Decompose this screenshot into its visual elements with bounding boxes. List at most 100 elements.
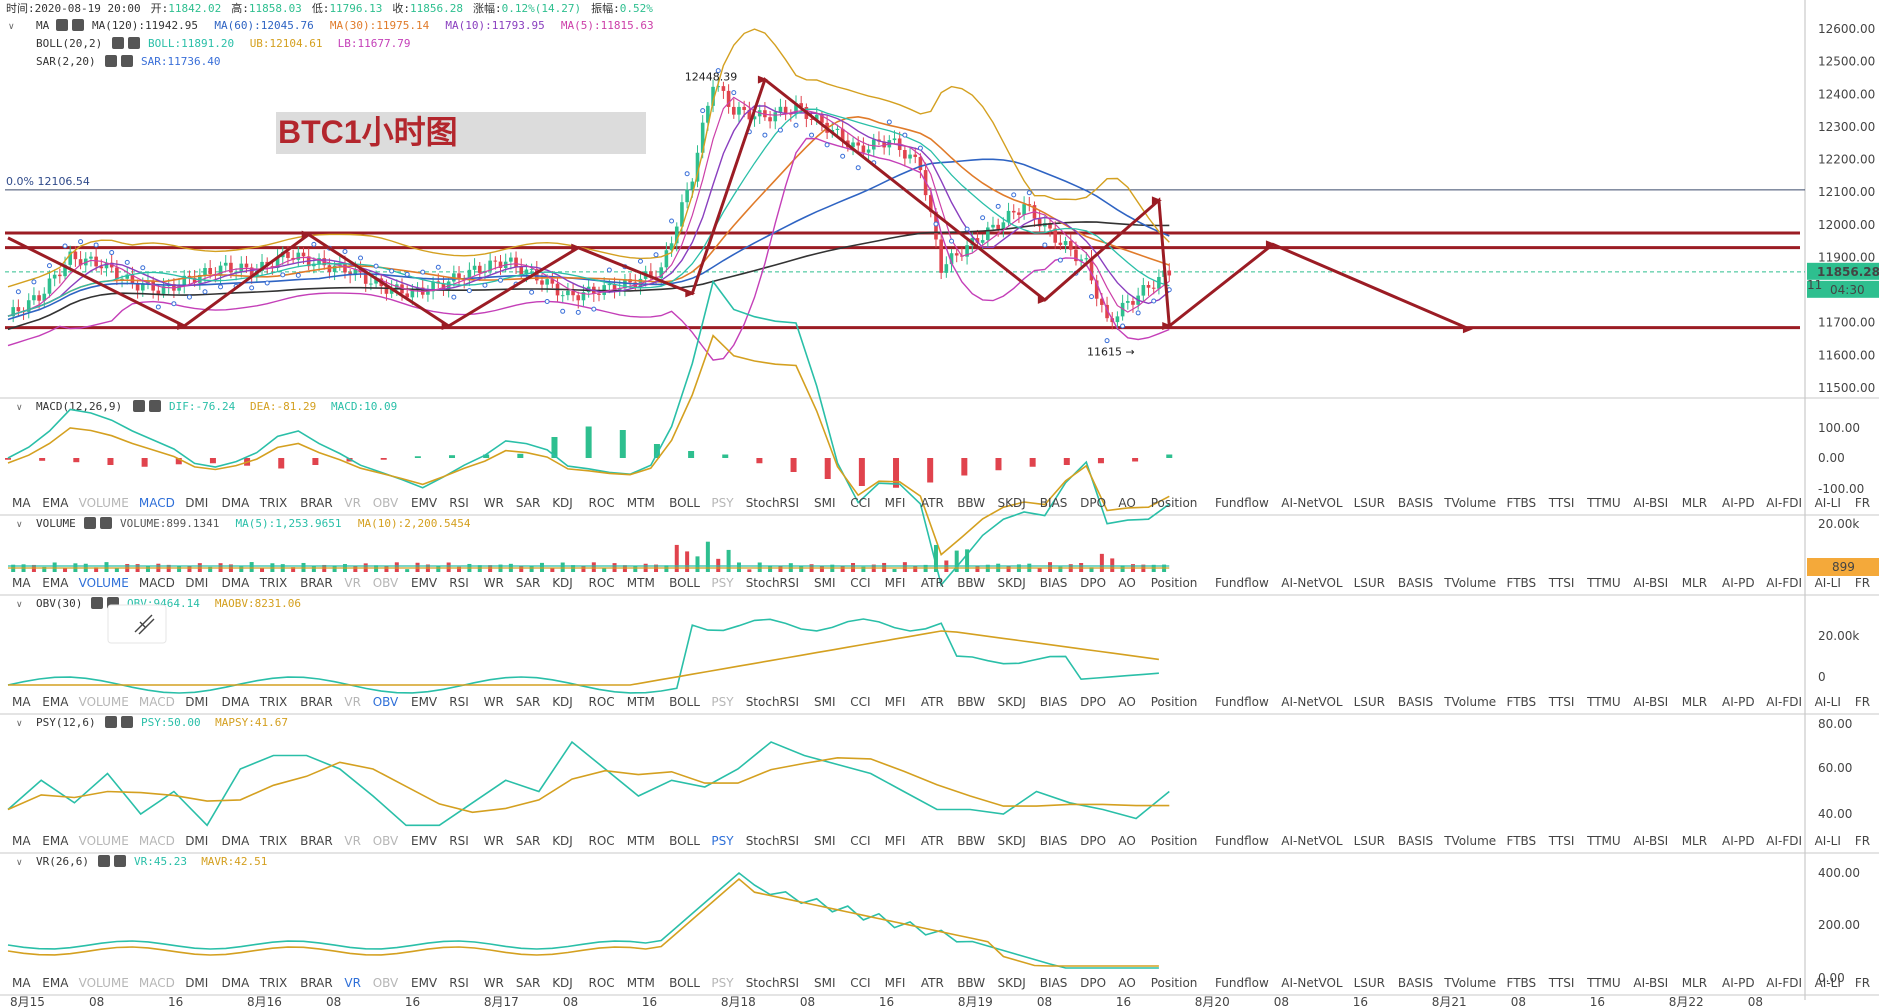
tab-mtm[interactable]: MTM	[627, 496, 655, 510]
tab-trix[interactable]: TRIX	[259, 576, 287, 590]
tab-stochrsi[interactable]: StochRSI	[746, 834, 799, 848]
tab-position[interactable]: Position	[1151, 695, 1198, 709]
tab-ai-fdi[interactable]: AI-FDI	[1766, 695, 1802, 709]
tab-dmi[interactable]: DMI	[185, 695, 208, 709]
tab-position[interactable]: Position	[1151, 976, 1198, 990]
tab-basis[interactable]: BASIS	[1398, 976, 1433, 990]
tab-dpo[interactable]: DPO	[1080, 976, 1106, 990]
tab-obv[interactable]: OBV	[373, 695, 399, 709]
tab-ma[interactable]: MA	[12, 976, 31, 990]
tab-smi[interactable]: SMI	[814, 834, 836, 848]
tab-mlr[interactable]: MLR	[1682, 576, 1707, 590]
tab-emv[interactable]: EMV	[411, 695, 438, 709]
tab-position[interactable]: Position	[1151, 496, 1198, 510]
tab-obv[interactable]: OBV	[373, 834, 399, 848]
tab-ai-li[interactable]: AI-LI	[1815, 695, 1841, 709]
tab-brar[interactable]: BRAR	[300, 576, 333, 590]
tab-ai-li[interactable]: AI-LI	[1815, 496, 1841, 510]
tab-volume[interactable]: VOLUME	[79, 976, 129, 990]
tab-brar[interactable]: BRAR	[300, 834, 333, 848]
settings-icon[interactable]	[105, 55, 117, 67]
tab-psy[interactable]: PSY	[711, 834, 734, 848]
tab-dmi[interactable]: DMI	[185, 834, 208, 848]
tab-ftbs[interactable]: FTBS	[1507, 976, 1537, 990]
tab-wr[interactable]: WR	[484, 496, 504, 510]
tab-bias[interactable]: BIAS	[1040, 695, 1068, 709]
tab-smi[interactable]: SMI	[814, 976, 836, 990]
tab-stochrsi[interactable]: StochRSI	[746, 976, 799, 990]
tab-bbw[interactable]: BBW	[957, 976, 985, 990]
tab-atr[interactable]: ATR	[921, 834, 944, 848]
tab-mtm[interactable]: MTM	[627, 576, 655, 590]
tab-ai-bsi[interactable]: AI-BSI	[1633, 695, 1668, 709]
tab-rsi[interactable]: RSI	[449, 695, 469, 709]
tab-atr[interactable]: ATR	[921, 496, 944, 510]
tab-ma[interactable]: MA	[12, 695, 31, 709]
tab-fr[interactable]: FR	[1855, 576, 1870, 590]
tab-mtm[interactable]: MTM	[627, 834, 655, 848]
tab-ai-fdi[interactable]: AI-FDI	[1766, 976, 1802, 990]
tab-mlr[interactable]: MLR	[1682, 695, 1707, 709]
tab-ai-pd[interactable]: AI-PD	[1722, 496, 1755, 510]
tab-mfi[interactable]: MFI	[885, 576, 906, 590]
tab-boll[interactable]: BOLL	[669, 695, 700, 709]
tab-obv[interactable]: OBV	[373, 496, 399, 510]
tab-tvolume[interactable]: TVolume	[1443, 976, 1496, 990]
tab-cci[interactable]: CCI	[850, 834, 870, 848]
settings-icon[interactable]	[91, 597, 103, 609]
tab-ai-netvol[interactable]: AI-NetVOL	[1281, 496, 1343, 510]
collapse-chevron-icon[interactable]: ∨	[16, 719, 23, 729]
tab-dpo[interactable]: DPO	[1080, 834, 1106, 848]
tab-stochrsi[interactable]: StochRSI	[746, 576, 799, 590]
tab-dma[interactable]: DMA	[222, 695, 251, 709]
tab-roc[interactable]: ROC	[589, 976, 615, 990]
tab-ma[interactable]: MA	[12, 496, 31, 510]
tab-dma[interactable]: DMA	[222, 576, 251, 590]
tab-ma[interactable]: MA	[12, 834, 31, 848]
tab-bbw[interactable]: BBW	[957, 496, 985, 510]
tab-dma[interactable]: DMA	[222, 834, 251, 848]
tab-tvolume[interactable]: TVolume	[1443, 576, 1496, 590]
settings-icon[interactable]	[133, 400, 145, 412]
tab-fundflow[interactable]: Fundflow	[1215, 834, 1269, 848]
tab-ai-pd[interactable]: AI-PD	[1722, 576, 1755, 590]
tab-macd[interactable]: MACD	[139, 576, 175, 590]
tab-position[interactable]: Position	[1151, 576, 1198, 590]
tab-skdj[interactable]: SKDJ	[998, 576, 1026, 590]
tab-rsi[interactable]: RSI	[449, 834, 469, 848]
tab-ttmu[interactable]: TTMU	[1586, 695, 1621, 709]
tab-ttsi[interactable]: TTSI	[1548, 976, 1575, 990]
tab-ai-li[interactable]: AI-LI	[1815, 976, 1841, 990]
close-icon[interactable]	[72, 19, 84, 31]
tab-tvolume[interactable]: TVolume	[1443, 695, 1496, 709]
tab-vr[interactable]: VR	[344, 496, 361, 510]
settings-icon[interactable]	[98, 855, 110, 867]
tab-lsur[interactable]: LSUR	[1354, 976, 1385, 990]
tab-sar[interactable]: SAR	[516, 496, 540, 510]
tab-kdj[interactable]: KDJ	[552, 576, 573, 590]
tab-lsur[interactable]: LSUR	[1354, 576, 1385, 590]
tab-ai-bsi[interactable]: AI-BSI	[1633, 496, 1668, 510]
tab-ttsi[interactable]: TTSI	[1548, 834, 1575, 848]
tab-volume[interactable]: VOLUME	[79, 695, 129, 709]
tab-trix[interactable]: TRIX	[259, 695, 287, 709]
tab-skdj[interactable]: SKDJ	[998, 976, 1026, 990]
tab-bias[interactable]: BIAS	[1040, 496, 1068, 510]
tab-smi[interactable]: SMI	[814, 496, 836, 510]
tab-ai-pd[interactable]: AI-PD	[1722, 695, 1755, 709]
tab-ttmu[interactable]: TTMU	[1586, 576, 1621, 590]
tab-vr[interactable]: VR	[344, 695, 361, 709]
tab-fundflow[interactable]: Fundflow	[1215, 576, 1269, 590]
tab-ftbs[interactable]: FTBS	[1507, 576, 1537, 590]
tab-bbw[interactable]: BBW	[957, 695, 985, 709]
tab-rsi[interactable]: RSI	[449, 576, 469, 590]
tab-ai-netvol[interactable]: AI-NetVOL	[1281, 576, 1343, 590]
tab-ai-netvol[interactable]: AI-NetVOL	[1281, 695, 1343, 709]
tab-ttmu[interactable]: TTMU	[1586, 834, 1621, 848]
tab-wr[interactable]: WR	[484, 695, 504, 709]
tab-lsur[interactable]: LSUR	[1354, 496, 1385, 510]
tab-ai-li[interactable]: AI-LI	[1815, 834, 1841, 848]
tab-brar[interactable]: BRAR	[300, 976, 333, 990]
collapse-chevron-icon[interactable]: ∨	[16, 520, 23, 530]
tab-psy[interactable]: PSY	[711, 576, 734, 590]
